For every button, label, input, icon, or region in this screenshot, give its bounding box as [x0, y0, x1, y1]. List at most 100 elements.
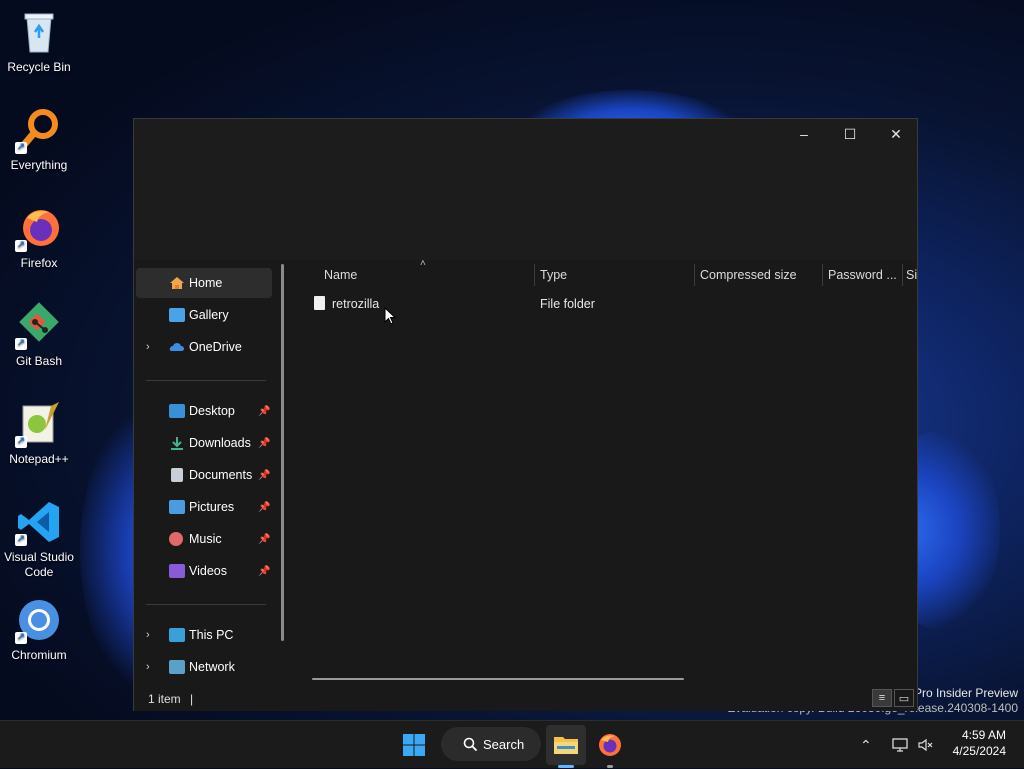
column-header-size[interactable]: Si: [900, 260, 918, 290]
home-icon: [169, 276, 185, 290]
close-button[interactable]: ✕: [873, 119, 919, 149]
shortcut-arrow-icon: ↗: [15, 436, 27, 448]
sidebar-item-documents[interactable]: Documents 📌: [136, 460, 272, 490]
gallery-icon: [169, 308, 185, 322]
column-header-password[interactable]: Password ...: [820, 260, 902, 290]
maximize-icon: ☐: [843, 125, 857, 142]
desktop-icon-notepad-plus-plus[interactable]: ↗ Notepad++: [0, 400, 78, 467]
network-status-button[interactable]: [892, 721, 908, 769]
shortcut-arrow-icon: ↗: [15, 632, 27, 644]
desktop-icon-git-bash[interactable]: ↗ Git Bash: [0, 302, 78, 369]
sidebar-item-gallery[interactable]: Gallery: [136, 300, 272, 330]
pin-icon[interactable]: 📌: [258, 470, 270, 481]
details-view-button[interactable]: ≡: [872, 689, 892, 707]
shortcut-arrow-icon: ↗: [15, 534, 27, 546]
sidebar-item-this-pc[interactable]: › This PC: [136, 620, 272, 650]
file-explorer-window: – ☐ ✕ Home Gallery › OneDrive Desktop 📌: [133, 118, 918, 711]
pictures-folder-icon: [169, 500, 185, 514]
git-bash-icon: ↗: [15, 302, 63, 350]
large-icons-view-button[interactable]: ▭: [894, 689, 914, 707]
windows-logo-icon: [403, 734, 425, 756]
downloads-folder-icon: [169, 436, 185, 450]
sidebar-item-desktop[interactable]: Desktop 📌: [136, 396, 272, 426]
status-bar: 1 item | ≡ ▭: [134, 687, 917, 711]
file-list: Name ˄ Type Compressed size Password ...…: [292, 258, 918, 687]
large-icons-view-icon: ▭: [898, 692, 910, 705]
sidebar-item-videos[interactable]: Videos 📌: [136, 556, 272, 586]
status-separator: |: [190, 692, 194, 706]
pin-icon[interactable]: 📌: [258, 502, 270, 513]
taskbar: Search ⌃ 4:59 AM 4/25/2024: [0, 720, 1024, 768]
sidebar-item-onedrive[interactable]: › OneDrive: [136, 332, 272, 362]
file-icon: [314, 296, 325, 310]
horizontal-scrollbar[interactable]: [312, 678, 684, 680]
desktop-icon-everything[interactable]: ↗ Everything: [0, 106, 78, 173]
file-explorer-icon: [554, 737, 578, 754]
notepad-plus-plus-icon: ↗: [15, 400, 63, 448]
desktop-icon-vscode[interactable]: ↗ Visual Studio Code: [0, 498, 78, 580]
file-name: retrozilla: [332, 297, 380, 311]
desktop-icon-recycle-bin[interactable]: Recycle Bin: [0, 8, 78, 75]
recycle-bin-icon: [15, 8, 63, 56]
volume-button[interactable]: [918, 721, 934, 769]
volume-muted-icon: [918, 738, 933, 752]
pin-icon[interactable]: 📌: [258, 534, 270, 545]
music-folder-icon: [169, 532, 183, 546]
pin-icon[interactable]: 📌: [258, 438, 270, 449]
pin-icon[interactable]: 📌: [258, 406, 270, 417]
file-type: File folder: [540, 297, 595, 311]
item-count: 1 item: [148, 692, 181, 706]
sidebar-scrollbar[interactable]: [281, 264, 284, 641]
sidebar-item-downloads[interactable]: Downloads 📌: [136, 428, 272, 458]
vscode-icon: ↗: [15, 498, 63, 546]
sidebar-item-network[interactable]: › Network: [136, 652, 272, 682]
minimize-button[interactable]: –: [781, 119, 827, 149]
network-status-icon: [892, 738, 908, 752]
column-header-type[interactable]: Type: [532, 260, 692, 290]
navigation-pane: Home Gallery › OneDrive Desktop 📌 Downlo…: [134, 260, 284, 687]
this-pc-icon: [169, 628, 185, 642]
sidebar-item-pictures[interactable]: Pictures 📌: [136, 492, 272, 522]
shortcut-arrow-icon: ↗: [15, 338, 27, 350]
search-icon: [463, 737, 477, 751]
sidebar-item-home[interactable]: Home: [136, 268, 272, 298]
firefox-icon: ↗: [15, 204, 63, 252]
minimize-icon: –: [800, 126, 808, 142]
sort-ascending-icon: ˄: [420, 258, 426, 269]
taskbar-search-button[interactable]: Search: [441, 727, 541, 761]
desktop-icon-chromium[interactable]: ↗ Chromium: [0, 596, 78, 663]
everything-search-icon: ↗: [15, 106, 63, 154]
start-button[interactable]: [394, 725, 434, 765]
firefox-icon: [599, 734, 621, 756]
title-bar: – ☐ ✕: [134, 119, 917, 260]
mouse-cursor-icon: [384, 307, 396, 325]
chevron-up-icon: ⌃: [860, 736, 872, 753]
sidebar-item-music[interactable]: Music 📌: [136, 524, 272, 554]
taskbar-file-explorer[interactable]: [546, 725, 586, 768]
onedrive-icon: [169, 340, 185, 354]
videos-folder-icon: [169, 564, 185, 578]
close-icon: ✕: [890, 125, 902, 142]
clock-date: 4/25/2024: [952, 744, 1006, 758]
watermark-line1: Pro Insider Preview: [913, 686, 1018, 700]
shortcut-arrow-icon: ↗: [15, 142, 27, 154]
chevron-right-icon[interactable]: ›: [146, 341, 150, 353]
chromium-icon: ↗: [15, 596, 63, 644]
clock-time: 4:59 AM: [961, 728, 1006, 742]
maximize-button[interactable]: ☐: [827, 119, 873, 149]
sidebar-divider: [146, 604, 266, 605]
chevron-right-icon[interactable]: ›: [146, 629, 150, 641]
sidebar-divider: [146, 380, 266, 381]
desktop-icon-firefox[interactable]: ↗ Firefox: [0, 204, 78, 271]
show-hidden-icons-button[interactable]: ⌃: [860, 721, 872, 769]
chevron-right-icon[interactable]: ›: [146, 661, 150, 673]
network-icon: [169, 660, 185, 674]
table-row[interactable]: retrozilla File folder: [312, 290, 912, 318]
details-view-icon: ≡: [878, 692, 886, 704]
taskbar-firefox[interactable]: [590, 725, 630, 768]
pin-icon[interactable]: 📌: [258, 566, 270, 577]
column-header-compressed-size[interactable]: Compressed size: [692, 260, 820, 290]
taskbar-clock[interactable]: 4:59 AM 4/25/2024: [953, 727, 1006, 759]
shortcut-arrow-icon: ↗: [15, 240, 27, 252]
documents-folder-icon: [171, 468, 183, 482]
